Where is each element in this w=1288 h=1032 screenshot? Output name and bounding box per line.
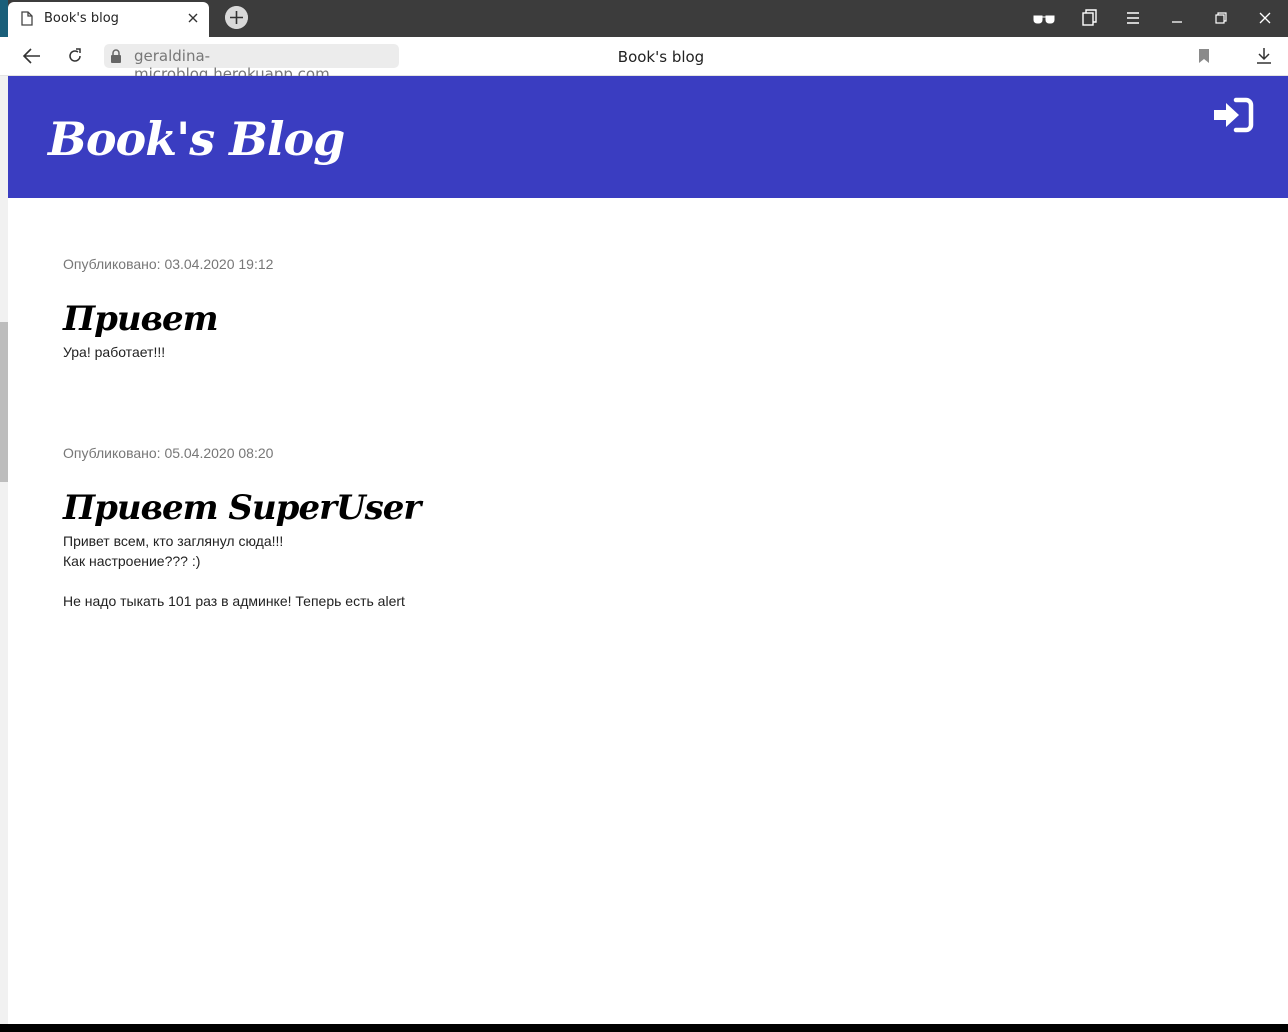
post: Опубликовано: 05.04.2020 08:20 Привет Su… (63, 445, 963, 611)
collections-icon[interactable] (1078, 8, 1100, 28)
restore-icon[interactable] (1210, 8, 1232, 28)
scrollbar-track[interactable] (0, 76, 8, 1024)
post-title[interactable]: Привет (63, 302, 963, 336)
menu-icon[interactable] (1122, 8, 1144, 28)
scrollbar-thumb[interactable] (0, 322, 8, 482)
reader-mode-icon[interactable] (1032, 8, 1056, 28)
site-header: Book's Blog (8, 76, 1288, 198)
page-title: Book's blog (617, 48, 705, 66)
post-body: Ура! работает!!! (63, 344, 166, 360)
post-body: Привет всем, кто заглянул сюда!!! Как на… (63, 533, 405, 609)
tab-title: Book's blog (44, 11, 119, 26)
bottom-edge (0, 1024, 1288, 1032)
document-icon (21, 11, 33, 26)
window-accent (0, 0, 8, 37)
post-date: Опубликовано: 03.04.2020 19:12 (63, 256, 274, 272)
download-icon[interactable] (1256, 47, 1272, 65)
site-brand[interactable]: Book's Blog (48, 112, 345, 166)
sign-in-icon[interactable] (1212, 97, 1254, 133)
window-close-icon[interactable] (1254, 8, 1276, 28)
address-toolbar: geraldina-microblog.herokuapp.com Book's… (0, 37, 1288, 83)
plus-icon[interactable] (225, 6, 248, 29)
post-date: Опубликовано: 05.04.2020 08:20 (63, 445, 274, 461)
minimize-icon[interactable] (1166, 8, 1188, 28)
tab-strip: Book's blog (0, 0, 1288, 37)
close-icon[interactable] (185, 10, 201, 26)
post-title[interactable]: Привет SuperUser (63, 491, 963, 525)
browser-tab[interactable]: Book's blog (8, 2, 209, 37)
post: Опубликовано: 03.04.2020 19:12 Привет Ур… (63, 256, 963, 362)
bookmark-icon[interactable] (1197, 48, 1211, 64)
